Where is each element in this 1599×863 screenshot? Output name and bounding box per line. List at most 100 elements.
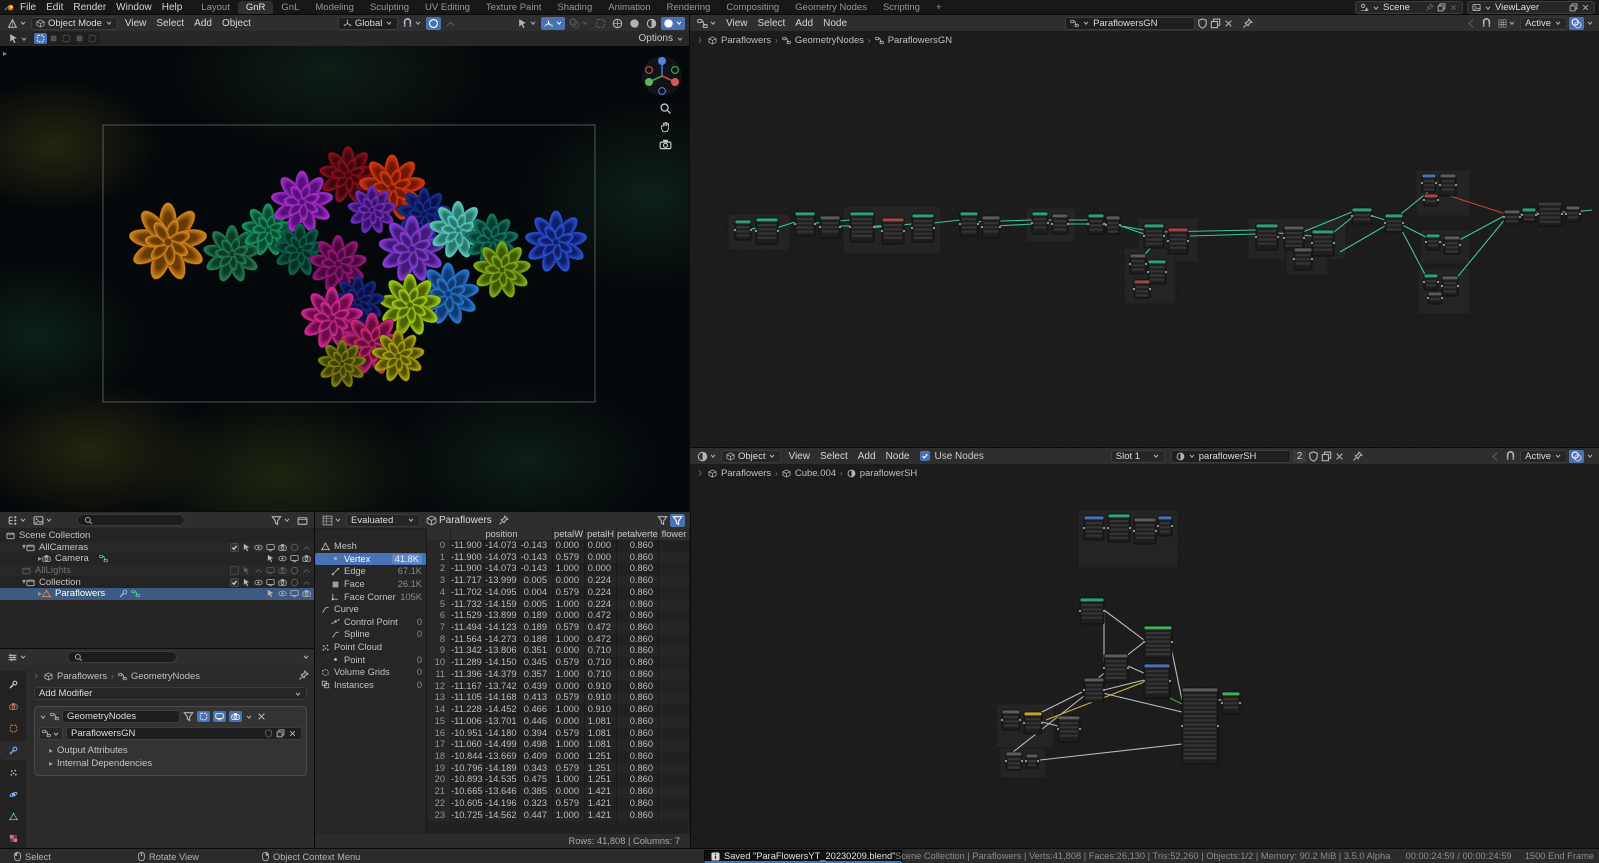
pin-icon[interactable] <box>1242 17 1253 29</box>
workspace-tab-uv-editing[interactable]: UV Editing <box>417 1 478 14</box>
screen-icon[interactable] <box>290 554 299 563</box>
pcloud-icon[interactable] <box>321 643 330 652</box>
node[interactable] <box>1030 211 1050 235</box>
breadcrumb-item[interactable]: GeometryNodes <box>131 671 200 682</box>
remove-modifier-icon[interactable] <box>256 711 267 722</box>
breadcrumb-icon[interactable] <box>44 671 53 681</box>
select-mode-subtract[interactable] <box>60 33 73 44</box>
workspace-tab-modeling[interactable]: Modeling <box>307 1 362 14</box>
menu-view[interactable]: View <box>120 18 152 29</box>
topbar-menu-window[interactable]: Window <box>111 2 157 13</box>
node[interactable] <box>793 211 817 237</box>
tool-tab-icon[interactable] <box>9 680 18 689</box>
workspace-tab-texture-paint[interactable]: Texture Paint <box>478 1 549 14</box>
editor-type-button[interactable] <box>695 17 719 30</box>
column-header-petalvertex[interactable]: petalvertex <box>617 528 659 540</box>
scene-selector[interactable]: Scene <box>1355 1 1463 14</box>
node[interactable] <box>1082 515 1106 541</box>
blender-logo-icon[interactable] <box>4 2 15 13</box>
node[interactable] <box>1050 213 1070 235</box>
node[interactable] <box>1564 205 1582 223</box>
geometry-nodes-icon[interactable] <box>131 589 140 598</box>
viewlayer-selector[interactable]: ViewLayer <box>1467 1 1595 14</box>
node[interactable] <box>1438 173 1458 197</box>
node-group-field[interactable]: ParaflowersGN <box>66 727 302 740</box>
mode-selector[interactable]: Object Mode <box>31 16 118 30</box>
collection-icon[interactable] <box>6 531 15 540</box>
display-cage-toggle[interactable] <box>197 711 210 722</box>
render-tab-icon[interactable] <box>8 702 18 711</box>
physics-tab-icon[interactable] <box>9 790 18 799</box>
meshtri-icon[interactable] <box>42 589 51 598</box>
workspace-tab-animation[interactable]: Animation <box>600 1 658 14</box>
topbar-menu-help[interactable]: Help <box>157 2 188 13</box>
node[interactable] <box>1282 225 1306 251</box>
domain-curve[interactable]: Curve <box>315 603 426 616</box>
node[interactable] <box>733 219 753 241</box>
node[interactable] <box>1082 677 1106 703</box>
select-mode-invert[interactable] <box>73 33 86 44</box>
close-icon[interactable] <box>1449 3 1458 12</box>
cursor-icon[interactable] <box>266 554 275 563</box>
outliner-row-camera[interactable]: ▸ Camera <box>0 553 315 565</box>
fake-user-icon[interactable] <box>1197 17 1208 29</box>
menu-node[interactable]: Node <box>818 18 852 29</box>
node[interactable] <box>1166 227 1190 255</box>
new-collection-button[interactable] <box>295 514 310 527</box>
modifiers-tab-icon[interactable] <box>9 746 18 755</box>
node[interactable] <box>848 211 876 243</box>
modifier-wrench-icon[interactable] <box>119 589 128 598</box>
overlays-toggle[interactable] <box>1569 449 1584 463</box>
shader-type-selector[interactable]: Object <box>721 449 782 463</box>
vol-icon[interactable] <box>321 668 330 677</box>
shading-solid[interactable] <box>627 17 642 30</box>
properties-tab-object[interactable] <box>0 719 26 738</box>
eye-icon[interactable] <box>278 589 287 598</box>
node[interactable] <box>1142 625 1174 659</box>
node[interactable] <box>1024 753 1040 769</box>
editor-type-button[interactable] <box>5 514 29 527</box>
cam-icon[interactable] <box>278 578 287 587</box>
domain-mesh[interactable]: Mesh <box>315 540 426 553</box>
zoom-icon[interactable] <box>659 102 672 115</box>
editor-type-button[interactable] <box>5 651 29 664</box>
collection-icon[interactable] <box>22 566 31 575</box>
cam-icon[interactable] <box>278 543 287 552</box>
snap-toggle[interactable] <box>1479 17 1494 30</box>
node[interactable] <box>1106 513 1132 543</box>
camera-data-icon[interactable] <box>99 554 108 563</box>
node[interactable] <box>1220 691 1242 715</box>
display-render-toggle[interactable] <box>229 711 242 722</box>
node[interactable] <box>1104 215 1122 235</box>
outliner-row-collection[interactable]: ▾ Collection <box>0 576 315 588</box>
shading-material[interactable] <box>644 17 659 30</box>
node[interactable] <box>1536 201 1564 227</box>
node[interactable] <box>754 217 780 245</box>
select-mode-intersect[interactable] <box>86 33 99 44</box>
dataset-selector[interactable]: Evaluated <box>346 513 420 527</box>
collection-icon[interactable] <box>26 543 35 552</box>
proportional-edit-toggle[interactable] <box>426 16 442 30</box>
gizmos-dropdown[interactable] <box>515 17 539 30</box>
outliner-row-allcameras[interactable]: ▾ AllCameras <box>0 542 315 554</box>
add-modifier-button[interactable]: Add Modifier <box>34 687 307 700</box>
node[interactable] <box>1022 711 1044 735</box>
edit-mode-display-icon[interactable] <box>183 711 194 722</box>
node[interactable] <box>1000 709 1022 731</box>
circle-icon[interactable] <box>290 543 299 552</box>
cam-icon[interactable] <box>302 589 311 598</box>
menu-add[interactable]: Add <box>853 451 881 462</box>
face-icon[interactable] <box>331 580 340 589</box>
fake-user-icon[interactable] <box>264 729 273 738</box>
browse-node-group-button[interactable] <box>39 727 63 740</box>
meshtri-icon[interactable] <box>321 542 330 551</box>
menu-add[interactable]: Add <box>189 18 217 29</box>
shader-canvas[interactable]: Paraflowers › Cube.004 › paraflowerSH <box>690 464 1599 848</box>
viewport-canvas[interactable]: ▸ <box>0 46 690 512</box>
modifier-name-field[interactable]: GeometryNodes <box>62 710 180 723</box>
row-filters-toggle[interactable] <box>670 513 685 527</box>
menu-view[interactable]: View <box>721 18 753 29</box>
workspace-tab-rendering[interactable]: Rendering <box>659 1 719 14</box>
screen-icon[interactable] <box>266 578 275 587</box>
column-header-petalH[interactable]: petalH <box>585 528 617 540</box>
